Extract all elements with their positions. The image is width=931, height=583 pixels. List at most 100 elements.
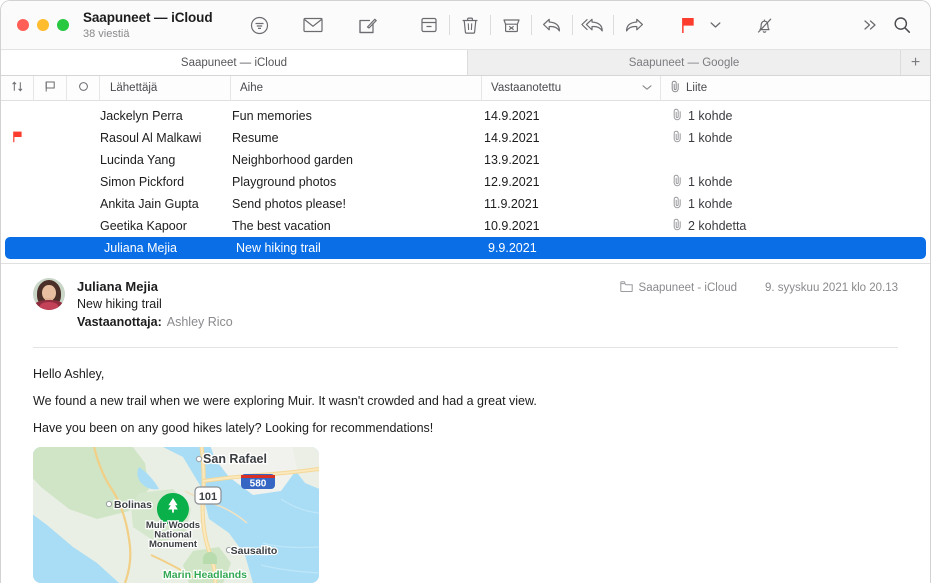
paperclip-icon — [672, 218, 683, 234]
minimize-button[interactable] — [37, 19, 49, 31]
mailbox-name: Saapuneet - iCloud — [638, 282, 738, 294]
flag-menu-button[interactable] — [704, 10, 726, 40]
mute-bell-icon — [755, 16, 774, 35]
svg-text:San Rafael: San Rafael — [203, 452, 267, 466]
sort-icon — [11, 80, 24, 96]
message-mailbox[interactable]: Saapuneet - iCloud — [619, 281, 738, 295]
filter-button[interactable] — [243, 10, 275, 40]
row-attachment: 2 kohdetta — [672, 218, 746, 234]
row-attachment-label: 1 kohde — [688, 109, 733, 123]
column-flag[interactable] — [34, 76, 66, 100]
delete-button[interactable] — [454, 10, 486, 40]
tab-inbox-google[interactable]: Saapuneet — Google — [467, 50, 900, 75]
page-title: Saapuneet — iCloud — [83, 9, 213, 25]
divider — [449, 15, 450, 35]
mail-icon — [303, 17, 323, 33]
paperclip-icon — [672, 174, 683, 190]
body-line-2: We found a new trail when we were explor… — [33, 394, 537, 408]
message-timestamp: 9. syyskuu 2021 klo 20.13 — [765, 282, 898, 294]
junk-button[interactable] — [495, 10, 527, 40]
recipient-value: Ashley Rico — [166, 315, 233, 329]
mailbox-folder-icon — [619, 281, 633, 295]
row-attachment: 1 kohde — [672, 174, 732, 190]
overflow-button[interactable] — [854, 10, 886, 40]
column-attachment-label: Liite — [686, 82, 708, 94]
filter-icon — [250, 16, 269, 35]
divider — [613, 15, 614, 35]
toolbar: Saapuneet — iCloud 38 viestiä — [1, 1, 930, 49]
overflow-icon — [862, 18, 879, 32]
flag-button[interactable] — [672, 10, 704, 40]
message-subject: New hiking trail — [77, 297, 162, 311]
row-sender: Simon Pickford — [100, 175, 185, 189]
new-tab-button[interactable]: + — [900, 50, 930, 75]
map-attachment[interactable]: 101 580 San Rafael Bolinas Sausalito Mui… — [33, 447, 319, 583]
table-row[interactable]: Jackelyn Perra Fun memories 14.9.2021 1 … — [1, 105, 930, 127]
message-header-text: Juliana Mejia New hiking trail Vastaanot… — [77, 278, 620, 331]
row-sender: Ankita Jain Gupta — [100, 197, 199, 211]
zoom-button[interactable] — [57, 19, 69, 31]
message-recipient: Vastaanottaja: Ashley Rico — [77, 313, 620, 331]
compose-icon — [358, 16, 377, 35]
row-date: 10.9.2021 — [484, 219, 540, 233]
search-icon — [893, 16, 911, 34]
table-row[interactable]: Simon Pickford Playground photos 12.9.20… — [1, 171, 930, 193]
row-attachment-label: 2 kohdetta — [688, 219, 747, 233]
compose-button[interactable] — [351, 10, 383, 40]
row-date: 13.9.2021 — [484, 153, 540, 167]
body-line-3: Have you been on any good hikes lately? … — [33, 421, 434, 435]
message-body: Hello Ashley, We found a new trail when … — [33, 348, 898, 436]
table-row-selected[interactable]: Juliana Mejia New hiking trail 9.9.2021 — [5, 237, 926, 259]
mute-button[interactable] — [748, 10, 780, 40]
flag-icon — [11, 130, 24, 147]
row-date: 14.9.2021 — [484, 131, 540, 145]
row-date: 14.9.2021 — [484, 109, 540, 123]
table-row[interactable]: Ankita Jain Gupta Send photos please! 11… — [1, 193, 930, 215]
row-flag[interactable] — [1, 130, 34, 147]
row-attachment-label: 1 kohde — [688, 197, 733, 211]
message-list[interactable]: Jackelyn Perra Fun memories 14.9.2021 1 … — [1, 101, 930, 259]
row-attachment: 1 kohde — [672, 196, 732, 212]
row-subject: Resume — [232, 131, 279, 145]
recipient-label: Vastaanottaja: — [77, 315, 162, 329]
list-column-header: Lähettäjä Aihe Vastaanotettu Liite — [1, 75, 930, 101]
tab-bar: Saapuneet — iCloud Saapuneet — Google + — [1, 49, 930, 76]
column-attachment[interactable]: Liite — [661, 76, 707, 100]
message-header: Juliana Mejia New hiking trail Vastaanot… — [33, 264, 898, 331]
table-row[interactable]: Geetika Kapoor The best vacation 10.9.20… — [1, 215, 930, 237]
row-sender: Lucinda Yang — [100, 153, 176, 167]
divider — [531, 15, 532, 35]
get-mail-button[interactable] — [297, 10, 329, 40]
tab-inbox-icloud[interactable]: Saapuneet — iCloud — [1, 50, 467, 75]
reply-icon — [542, 17, 562, 33]
svg-text:101: 101 — [199, 491, 217, 503]
route-580-shield: 580 — [241, 474, 275, 490]
reply-all-icon — [581, 17, 605, 33]
row-subject: Playground photos — [232, 175, 337, 189]
close-button[interactable] — [17, 19, 29, 31]
message-count: 38 viestiä — [83, 27, 130, 40]
table-row[interactable]: Lucinda Yang Neighborhood garden 13.9.20… — [1, 149, 930, 171]
search-button[interactable] — [886, 10, 918, 40]
column-sender[interactable]: Lähettäjä — [100, 76, 230, 100]
window-title-block: Saapuneet — iCloud 38 viestiä — [83, 10, 243, 41]
table-row[interactable]: Rasoul Al Malkawi Resume 14.9.2021 1 koh… — [1, 127, 930, 149]
row-sender: Jackelyn Perra — [100, 109, 183, 123]
column-received[interactable]: Vastaanotettu — [482, 76, 660, 100]
reply-all-button[interactable] — [577, 10, 609, 40]
message-meta: Saapuneet - iCloud 9. syyskuu 2021 klo 2… — [619, 278, 898, 295]
unread-dot-icon — [78, 81, 89, 95]
column-sort-order[interactable] — [1, 76, 33, 100]
column-unread[interactable] — [67, 76, 99, 100]
row-date: 9.9.2021 — [488, 241, 537, 255]
column-subject[interactable]: Aihe — [231, 76, 481, 100]
message-sender: Juliana Mejia — [77, 279, 158, 294]
paperclip-icon — [670, 80, 681, 96]
divider — [572, 15, 573, 35]
archive-button[interactable] — [413, 10, 445, 40]
forward-button[interactable] — [618, 10, 650, 40]
message-view: Juliana Mejia New hiking trail Vastaanot… — [1, 264, 930, 583]
reply-button[interactable] — [536, 10, 568, 40]
body-line-1: Hello Ashley, — [33, 367, 105, 381]
row-attachment-label: 1 kohde — [688, 131, 733, 145]
